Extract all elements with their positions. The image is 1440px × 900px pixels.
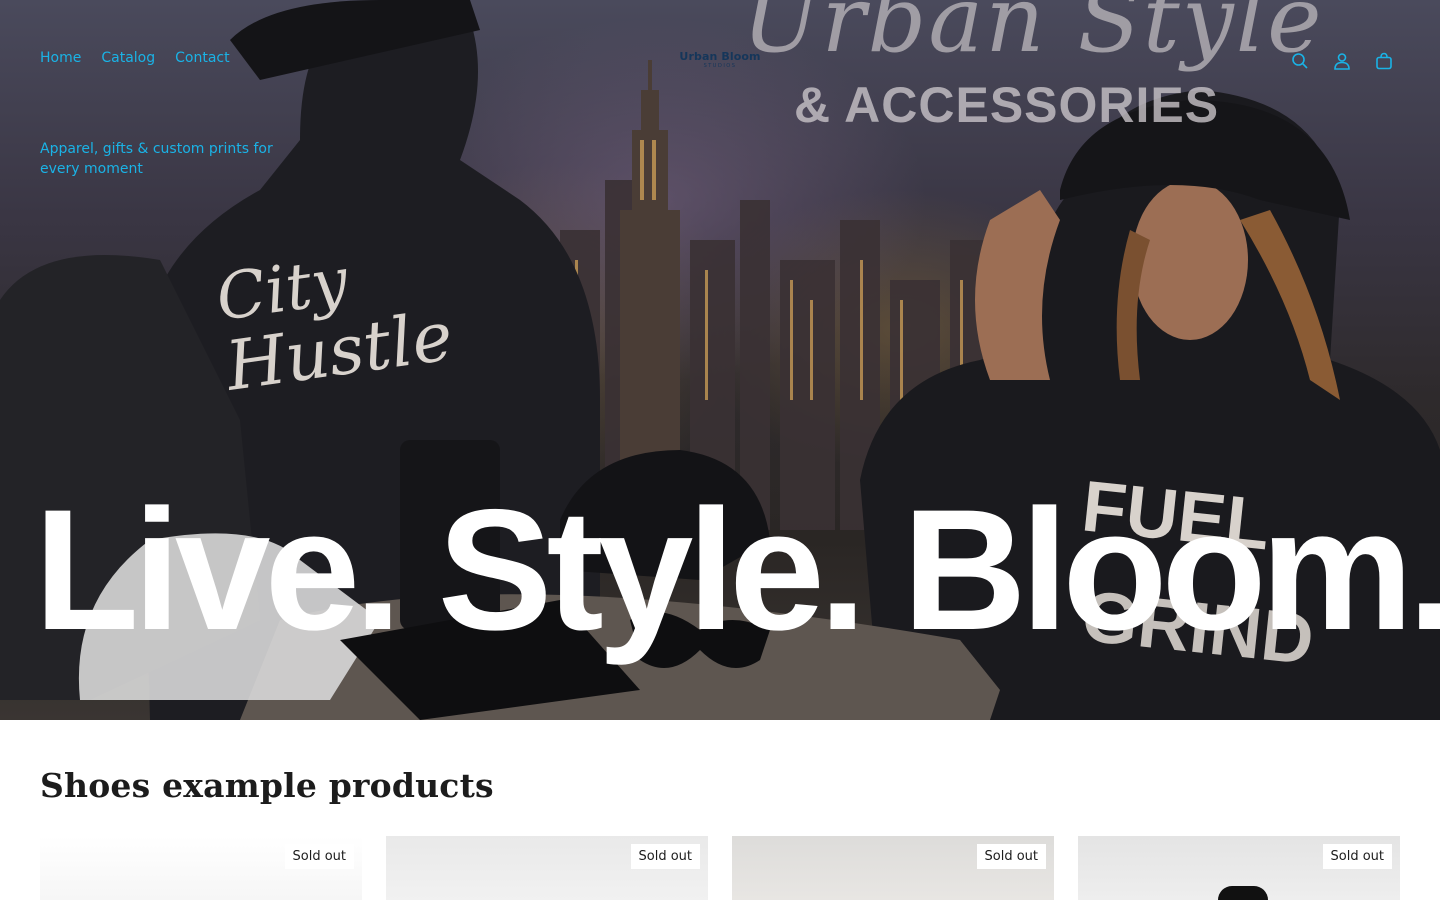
product-card[interactable]: Sold out bbox=[386, 836, 708, 900]
sold-out-badge: Sold out bbox=[976, 844, 1046, 869]
hero-wall-caps-text: & ACCESSORIES bbox=[794, 77, 1220, 133]
product-card[interactable]: Sold out bbox=[40, 836, 362, 900]
product-card[interactable]: Sold out bbox=[732, 836, 1054, 900]
hero-tagline: Apparel, gifts & custom prints for every… bbox=[40, 141, 273, 177]
nav-catalog-link[interactable]: Catalog bbox=[101, 50, 155, 66]
cart-icon[interactable] bbox=[1374, 51, 1394, 71]
sold-out-badge: Sold out bbox=[284, 844, 354, 869]
hero-wall-script-text: Urban Style bbox=[742, 0, 1324, 73]
site-logo[interactable]: Urban Bloom STUDIOS bbox=[676, 50, 764, 72]
logo-main-text: Urban Bloom bbox=[679, 50, 761, 63]
product-card[interactable]: Sold out bbox=[1078, 836, 1400, 900]
account-icon[interactable] bbox=[1332, 51, 1352, 71]
main-nav: Home Catalog Contact bbox=[40, 50, 230, 66]
header-icons bbox=[1290, 51, 1394, 71]
logo-sub-text: STUDIOS bbox=[703, 63, 737, 69]
products-section-title: Shoes example products bbox=[40, 766, 494, 805]
product-grid: Sold out Sold out Sold out Sold out bbox=[40, 836, 1400, 900]
nav-contact-link[interactable]: Contact bbox=[175, 50, 229, 66]
hero-headline: Live. Style. Bloom. bbox=[34, 474, 1440, 666]
hero-banner: City Hustle FUEL GRIND Urban Style & ACC… bbox=[0, 0, 1440, 720]
sold-out-badge: Sold out bbox=[630, 844, 700, 869]
sold-out-badge: Sold out bbox=[1322, 844, 1392, 869]
search-icon[interactable] bbox=[1290, 51, 1310, 71]
product-image bbox=[1218, 886, 1268, 900]
nav-home-link[interactable]: Home bbox=[40, 50, 81, 66]
